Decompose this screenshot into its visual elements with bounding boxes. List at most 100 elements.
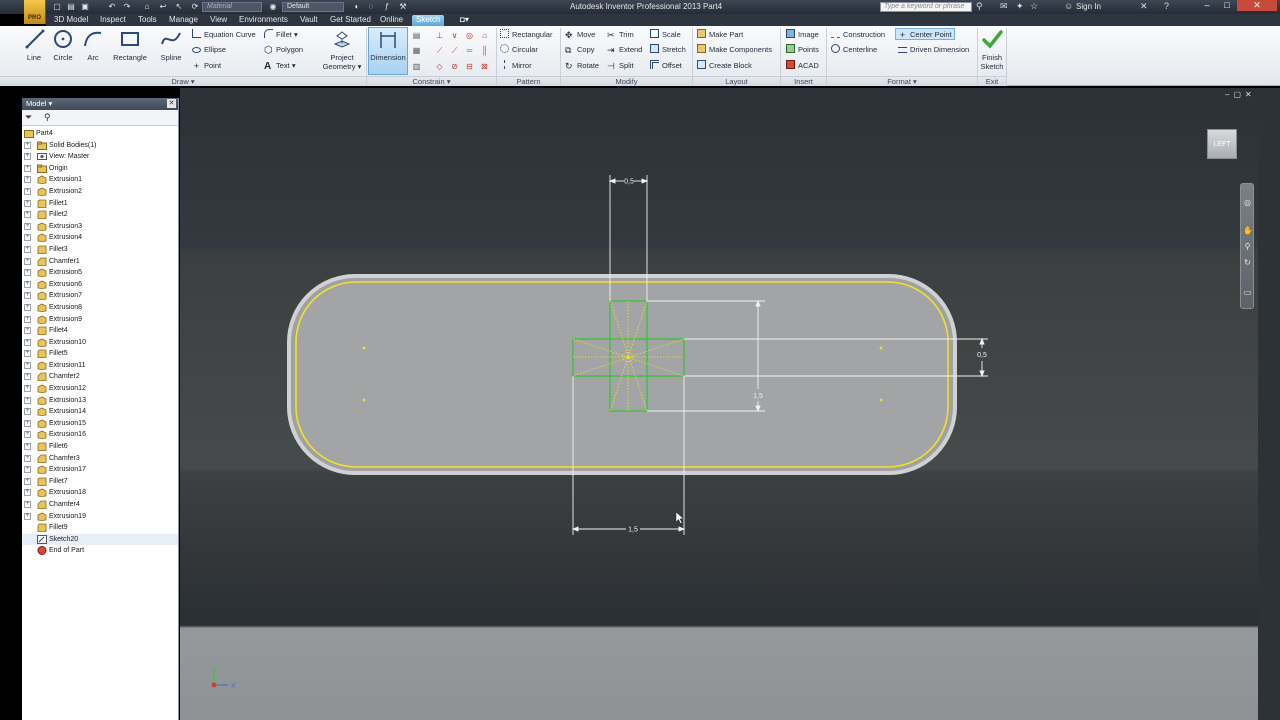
rotate-button[interactable]: ↻ Rotate: [565, 60, 599, 72]
equal-icon[interactable]: ⊟: [464, 61, 475, 72]
horizontal-icon[interactable]: ═: [464, 45, 475, 56]
close-icon[interactable]: ✕: [1237, 0, 1277, 11]
tab-view[interactable]: View: [206, 15, 231, 26]
open-icon[interactable]: ▤: [66, 2, 76, 12]
polygon-button[interactable]: ⬡ Polygon: [264, 44, 303, 56]
communication-icon[interactable]: ✦: [1016, 1, 1024, 12]
appearance-combo[interactable]: Default: [282, 2, 344, 12]
tree-item-fillet1[interactable]: + Fillet1: [22, 198, 178, 210]
close-icon[interactable]: ✕: [1245, 90, 1256, 99]
return-icon[interactable]: ↩: [158, 2, 168, 12]
move-button[interactable]: ✥ Move: [565, 29, 595, 41]
format-panel-label[interactable]: Format ▾: [827, 76, 977, 86]
app-logo[interactable]: PRO: [24, 0, 46, 24]
adjust-icon[interactable]: ◐: [352, 2, 362, 12]
fix-icon[interactable]: ⌂: [479, 30, 490, 41]
expand-toggle-icon[interactable]: +: [24, 211, 31, 219]
expand-toggle-icon[interactable]: +: [24, 501, 31, 508]
driven-dimension-button[interactable]: Driven Dimension: [898, 44, 969, 56]
update-icon[interactable]: ⟳: [190, 2, 200, 12]
expand-toggle-icon[interactable]: +: [24, 338, 31, 346]
browser-header[interactable]: Model ▾ ✕: [22, 98, 178, 110]
expand-toggle-icon[interactable]: +: [24, 164, 31, 172]
sketch-center-point[interactable]: [879, 346, 883, 350]
trim-button[interactable]: ✂ Trim: [607, 29, 634, 41]
tree-item-extrusion9[interactable]: + Extrusion9: [22, 314, 178, 326]
circle-button[interactable]: Circle: [50, 28, 76, 78]
look-at-icon[interactable]: ▭: [1243, 288, 1252, 297]
tree-item-extrusion18[interactable]: + Extrusion18: [22, 487, 178, 499]
acad-button[interactable]: ACAD: [786, 60, 819, 72]
minimize-icon[interactable]: –: [1197, 0, 1217, 11]
show-constraints-icon[interactable]: ▦: [411, 45, 422, 56]
expand-toggle-icon[interactable]: +: [24, 489, 31, 497]
scale-button[interactable]: Scale: [650, 29, 681, 41]
tree-item-extrusion7[interactable]: + Extrusion7: [22, 290, 178, 302]
coincident-icon[interactable]: ⟋: [434, 45, 445, 56]
steering-wheel-icon[interactable]: ◎: [1243, 198, 1252, 207]
tree-item-chamfer3[interactable]: + Chamfer3: [22, 453, 178, 465]
cross-center-point[interactable]: [626, 355, 630, 359]
expand-toggle-icon[interactable]: +: [24, 222, 31, 230]
redo-icon[interactable]: ↷: [122, 2, 132, 12]
sketch-canvas[interactable]: 0,5 1,5 0,5 1,5 X: [180, 88, 1258, 720]
dimension-bottom-label[interactable]: 1,5: [628, 527, 638, 534]
parallel-icon[interactable]: ∨: [449, 30, 460, 41]
rectangle-button[interactable]: Rectangle: [110, 28, 150, 78]
expand-toggle-icon[interactable]: +: [24, 187, 31, 195]
expand-toggle-icon[interactable]: +: [24, 385, 31, 393]
ellipse-button[interactable]: Ellipse: [192, 44, 226, 56]
tree-item-extrusion6[interactable]: + Extrusion6: [22, 279, 178, 291]
restore-icon[interactable]: ▢: [1233, 90, 1245, 99]
pan-icon[interactable]: ✋: [1243, 226, 1253, 235]
expand-toggle-icon[interactable]: +: [24, 176, 31, 184]
expand-toggle-icon[interactable]: +: [24, 153, 31, 161]
auto-dimension-icon[interactable]: ▤: [411, 30, 422, 41]
sketch-center-point[interactable]: [879, 398, 883, 402]
mirror-button[interactable]: Mirror: [500, 60, 532, 72]
stretch-button[interactable]: Stretch: [650, 44, 686, 56]
expand-toggle-icon[interactable]: +: [24, 141, 31, 149]
image-button[interactable]: Image: [786, 29, 819, 41]
tab-inspect[interactable]: Inspect: [96, 15, 130, 26]
tree-item-extrusion19[interactable]: + Extrusion19: [22, 511, 178, 523]
tools-icon[interactable]: ⚒: [398, 2, 408, 12]
tree-item-extrusion2[interactable]: + Extrusion2: [22, 186, 178, 198]
constraint-settings-icon[interactable]: ▥: [411, 61, 422, 72]
spline-button[interactable]: Spline: [158, 28, 184, 78]
fx-icon[interactable]: ƒ: [382, 2, 392, 12]
binoculars-icon[interactable]: ⚲: [44, 112, 51, 123]
project-geometry-button[interactable]: Project Geometry ▾: [322, 28, 362, 78]
expand-toggle-icon[interactable]: +: [24, 257, 31, 265]
expand-toggle-icon[interactable]: +: [24, 327, 31, 335]
orbit-icon[interactable]: ↻: [1243, 258, 1252, 267]
tree-item-extrusion13[interactable]: + Extrusion13: [22, 395, 178, 407]
tree-item-fillet6[interactable]: + Fillet6: [22, 441, 178, 453]
line-button[interactable]: Line: [24, 28, 45, 78]
expand-toggle-icon[interactable]: +: [24, 373, 31, 381]
smooth-icon[interactable]: ◇: [434, 61, 445, 72]
tab-environments[interactable]: Environments: [235, 15, 292, 26]
new-icon[interactable]: ▢: [52, 2, 62, 12]
tree-item-fillet9[interactable]: Fillet9: [22, 522, 178, 534]
sketch-center-point[interactable]: [362, 398, 366, 402]
circular-pattern-button[interactable]: Circular: [500, 44, 538, 56]
expand-toggle-icon[interactable]: +: [24, 408, 31, 416]
subscription-icon[interactable]: ✉: [1000, 1, 1008, 12]
tree-item-extrusion16[interactable]: + Extrusion16: [22, 429, 178, 441]
binoculars-icon[interactable]: ⚲: [976, 1, 983, 12]
tab-sketch[interactable]: Sketch: [412, 15, 445, 26]
ribbon-options-icon[interactable]: ◘▾: [456, 15, 473, 26]
concentric-icon[interactable]: ⊘: [449, 61, 460, 72]
tree-item-extrusion14[interactable]: + Extrusion14: [22, 406, 178, 418]
tree-item-extrusion3[interactable]: + Extrusion3: [22, 221, 178, 233]
equation-curve-button[interactable]: Equation Curve: [192, 29, 256, 41]
tree-item-sketch20[interactable]: Sketch20: [22, 533, 178, 546]
make-part-button[interactable]: Make Part: [697, 29, 743, 41]
graphics-window-controls[interactable]: –▢✕: [1225, 90, 1256, 99]
expand-toggle-icon[interactable]: +: [24, 419, 31, 427]
tangent-icon[interactable]: ◎: [464, 30, 475, 41]
point-button[interactable]: + Point: [192, 60, 221, 72]
vertical-icon[interactable]: ║: [479, 45, 490, 56]
maximize-icon[interactable]: □: [1217, 0, 1237, 11]
